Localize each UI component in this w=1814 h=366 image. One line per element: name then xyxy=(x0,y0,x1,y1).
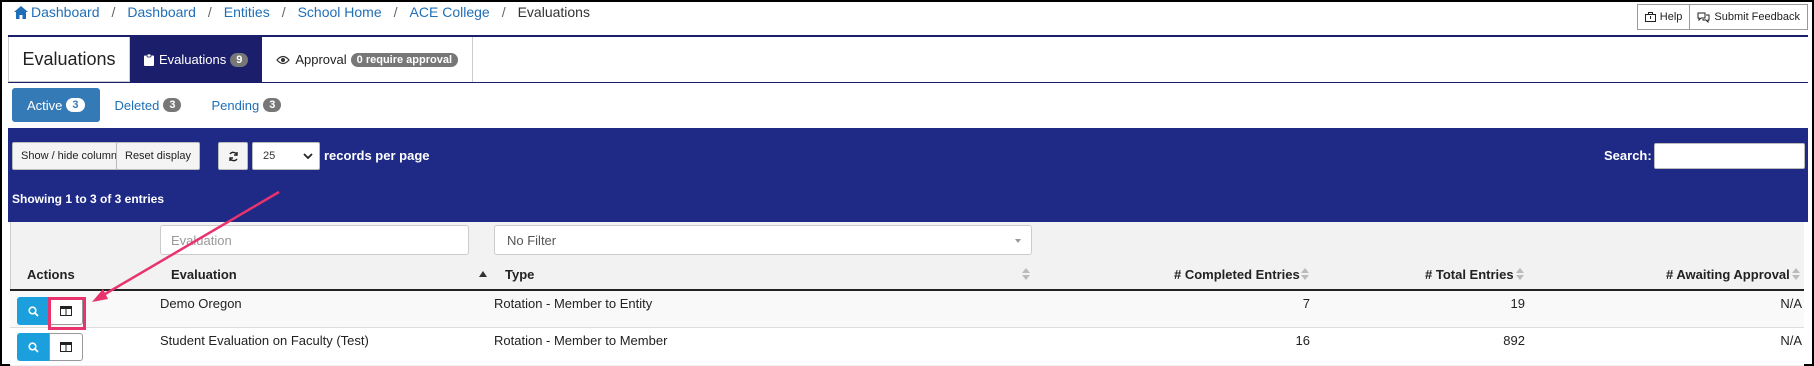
reset-display-button[interactable]: Reset display xyxy=(116,142,201,170)
column-header-completed[interactable]: # Completed Entries xyxy=(1174,267,1300,282)
records-per-page-label: records per page xyxy=(324,148,430,163)
tab-evaluations-label: Evaluations xyxy=(159,52,227,67)
home-icon xyxy=(14,5,28,19)
status-subtabs: Active 3 Deleted 3 Pending 3 xyxy=(12,88,296,122)
breadcrumb-school-home[interactable]: School Home xyxy=(298,4,382,20)
breadcrumb-separator: / xyxy=(501,4,506,20)
refresh-button[interactable] xyxy=(218,142,248,170)
subtab-active-count: 3 xyxy=(66,98,85,112)
records-per-page-value: 25 xyxy=(263,150,276,162)
breadcrumb-ace-college[interactable]: ACE College xyxy=(410,4,490,20)
evaluations-count-badge: 9 xyxy=(230,52,249,67)
sort-both-icon[interactable] xyxy=(1792,268,1800,280)
row-completed: 16 xyxy=(1295,333,1310,348)
show-hide-columns-button[interactable]: Show / hide columns xyxy=(12,142,132,170)
sort-both-icon[interactable] xyxy=(1022,268,1030,280)
breadcrumb-separator: / xyxy=(207,4,212,20)
tab-approval-label: Approval xyxy=(295,52,347,67)
main-tabs: Evaluations Evaluations 9 Approval 0 req… xyxy=(8,37,474,82)
breadcrumb: Dashboard / Dashboard / Entities / Schoo… xyxy=(14,4,590,20)
column-header-type[interactable]: Type xyxy=(505,267,534,282)
search-icon xyxy=(27,305,39,317)
row-total: 19 xyxy=(1510,296,1525,311)
top-actions: Help Submit Feedback xyxy=(1636,4,1808,30)
row-total: 892 xyxy=(1503,333,1525,348)
records-per-page-select[interactable]: 25 xyxy=(252,142,320,170)
chevron-down-icon xyxy=(303,153,313,160)
highlight-box xyxy=(48,297,86,330)
column-header-total[interactable]: # Total Entries xyxy=(1425,267,1514,282)
submit-feedback-button[interactable]: Submit Feedback xyxy=(1690,4,1808,30)
table-icon xyxy=(60,342,72,352)
table-row xyxy=(10,291,1804,328)
breadcrumb-separator: / xyxy=(111,4,116,20)
sort-asc-icon[interactable] xyxy=(479,271,487,277)
tabs-divider xyxy=(8,82,1808,83)
breadcrumb-dashboard-2[interactable]: Dashboard xyxy=(127,4,196,20)
help-button[interactable]: Help xyxy=(1636,4,1691,30)
row-type: Rotation - Member to Entity xyxy=(494,296,653,311)
tab-evaluations[interactable]: Evaluations 9 xyxy=(130,37,263,82)
subtab-pending-label: Pending xyxy=(211,97,260,113)
row-completed: 7 xyxy=(1302,296,1310,311)
subtab-deleted[interactable]: Deleted 3 xyxy=(100,88,197,122)
view-button[interactable] xyxy=(17,297,49,325)
tab-approval[interactable]: Approval 0 require approval xyxy=(262,37,474,82)
subtab-deleted-count: 3 xyxy=(163,98,182,112)
search-icon xyxy=(27,341,39,353)
type-filter-value: No Filter xyxy=(507,233,557,248)
comments-icon xyxy=(1697,12,1710,23)
subtab-active-label: Active xyxy=(27,97,63,113)
page-title: Evaluations xyxy=(8,37,130,82)
search-label: Search: xyxy=(1604,148,1652,163)
refresh-icon xyxy=(228,151,238,161)
subtab-active[interactable]: Active 3 xyxy=(12,88,100,122)
column-header-awaiting[interactable]: # Awaiting Approval xyxy=(1666,267,1790,282)
breadcrumb-entities[interactable]: Entities xyxy=(224,4,270,20)
breadcrumb-dashboard-1[interactable]: Dashboard xyxy=(31,4,100,20)
entries-info: Showing 1 to 3 of 3 entries xyxy=(12,192,165,206)
search-input[interactable] xyxy=(1654,143,1805,169)
column-header-actions: Actions xyxy=(27,267,75,282)
row-evaluation: Demo Oregon xyxy=(160,296,242,311)
breadcrumb-separator: / xyxy=(281,4,286,20)
view-button[interactable] xyxy=(17,333,49,361)
breadcrumb-separator: / xyxy=(393,4,398,20)
sort-both-icon[interactable] xyxy=(1516,268,1524,280)
help-label: Help xyxy=(1659,11,1683,23)
row-awaiting: N/A xyxy=(1780,333,1802,348)
column-header-evaluation[interactable]: Evaluation xyxy=(171,267,237,282)
feedback-label: Submit Feedback xyxy=(1714,11,1800,23)
sort-both-icon[interactable] xyxy=(1301,268,1309,280)
row-awaiting: N/A xyxy=(1780,296,1802,311)
subtab-pending[interactable]: Pending 3 xyxy=(196,88,296,122)
eye-icon xyxy=(276,55,291,64)
row-type: Rotation - Member to Member xyxy=(494,333,668,348)
evaluation-filter-input[interactable]: Evaluation xyxy=(160,225,469,255)
subtab-pending-count: 3 xyxy=(263,98,282,112)
caret-down-icon xyxy=(1015,239,1021,243)
breadcrumb-current: Evaluations xyxy=(517,4,590,20)
row-evaluation: Student Evaluation on Faculty (Test) xyxy=(160,333,369,348)
briefcase-icon xyxy=(1644,12,1656,22)
table-view-button[interactable] xyxy=(49,333,83,361)
type-filter-select[interactable]: No Filter xyxy=(494,225,1032,255)
clipboard-icon xyxy=(144,53,154,66)
approval-badge: 0 require approval xyxy=(350,52,459,67)
subtab-deleted-label: Deleted xyxy=(114,97,160,113)
